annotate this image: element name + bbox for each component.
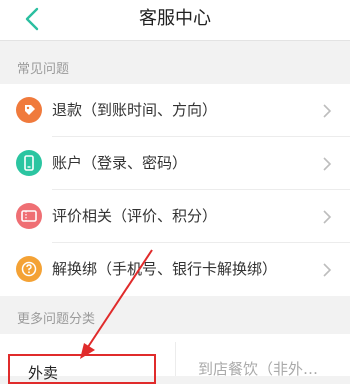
ticket-review-icon — [16, 203, 42, 229]
question-icon — [16, 256, 42, 282]
list-item-account[interactable]: 账户（登录、密码） — [0, 137, 350, 190]
category-takeout[interactable]: 外卖 — [8, 354, 156, 384]
chevron-right-icon — [323, 263, 332, 277]
common-questions-list: 退款（到账时间、方向） 账户（登录、密码） 评价相关（评价、积分） 解换绑（手机… — [0, 84, 350, 296]
list-item-unbind[interactable]: 解换绑（手机号、银行卡解换绑） — [0, 243, 350, 296]
list-item-label: 账户（登录、密码） — [52, 154, 188, 172]
chevron-right-icon — [323, 104, 332, 118]
header-bar: 客服中心 — [0, 0, 350, 41]
page-title: 客服中心 — [139, 8, 211, 29]
list-item-label: 解换绑（手机号、银行卡解换绑） — [52, 260, 278, 278]
list-item-label: 退款（到账时间、方向） — [52, 101, 218, 119]
section-title-common: 常见问题 — [17, 62, 70, 77]
divider — [175, 342, 176, 376]
list-item-label: 评价相关（评价、积分） — [52, 207, 218, 225]
chevron-right-icon — [323, 210, 332, 224]
list-item-refund[interactable]: 退款（到账时间、方向） — [0, 84, 350, 137]
refund-tag-icon — [16, 97, 42, 123]
phone-account-icon — [16, 150, 42, 176]
category-label: 外卖 — [28, 364, 59, 382]
list-item-review[interactable]: 评价相关（评价、积分） — [0, 190, 350, 243]
chevron-right-icon — [323, 157, 332, 171]
section-title-more: 更多问题分类 — [17, 312, 96, 327]
category-grid: 外卖 到店餐饮（非外… — [0, 334, 350, 384]
